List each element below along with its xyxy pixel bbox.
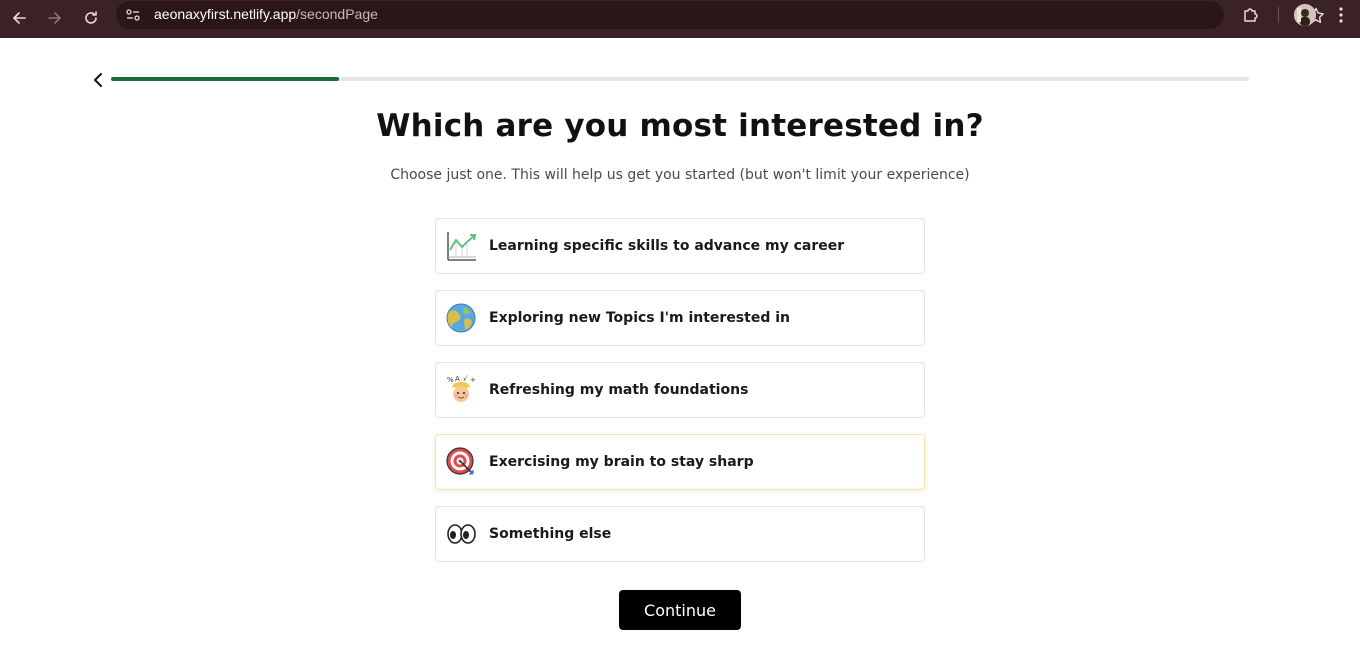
option-label: Exercising my brain to stay sharp — [489, 454, 754, 470]
option-math-foundations[interactable]: % A √ + Refreshing my math foundations — [435, 362, 925, 418]
progress-bar — [111, 77, 1249, 81]
svg-text:A: A — [455, 375, 460, 383]
browser-toolbar: aeonaxyfirst.netlify.app/secondPage — [0, 0, 1360, 38]
extensions-icon[interactable] — [1240, 4, 1262, 26]
globe-icon — [446, 303, 476, 333]
svg-text:%: % — [447, 376, 454, 384]
site-settings-icon[interactable] — [125, 7, 141, 23]
arrow-left-icon — [13, 12, 26, 24]
page-title: Which are you most interested in? — [376, 108, 984, 144]
option-label: Exploring new Topics I'm interested in — [489, 310, 790, 326]
math-head-icon: % A √ + — [447, 375, 476, 402]
url-host: aeonaxyfirst.netlify.app — [154, 6, 297, 22]
options-list: Learning specific skills to advance my c… — [435, 218, 925, 578]
arrow-right-icon — [48, 12, 61, 24]
option-label: Refreshing my math foundations — [489, 382, 749, 398]
kebab-menu-icon[interactable] — [1332, 4, 1350, 26]
back-nav-button[interactable] — [5, 4, 33, 32]
option-label: Learning specific skills to advance my c… — [489, 238, 845, 254]
eyes-icon — [447, 524, 476, 544]
profile-photo-icon — [1294, 4, 1316, 26]
reload-icon — [85, 11, 97, 24]
forward-nav-button[interactable] — [41, 4, 69, 32]
toolbar-separator — [1278, 7, 1279, 23]
chart-growth-icon — [447, 232, 477, 261]
option-brain-sharp[interactable]: Exercising my brain to stay sharp — [435, 434, 925, 490]
page-subtitle: Choose just one. This will help us get y… — [390, 167, 970, 183]
continue-button[interactable]: Continue — [619, 590, 741, 630]
option-something-else[interactable]: Something else — [435, 506, 925, 562]
svg-text:+: + — [470, 376, 476, 384]
address-bar[interactable]: aeonaxyfirst.netlify.app/secondPage — [116, 1, 1324, 29]
target-icon — [446, 447, 474, 475]
url-path: /secondPage — [296, 6, 378, 22]
option-career-skills[interactable]: Learning specific skills to advance my c… — [435, 218, 925, 274]
reload-button[interactable] — [77, 4, 105, 32]
progress-bar-fill — [111, 77, 339, 81]
option-explore-topics[interactable]: Exploring new Topics I'm interested in — [435, 290, 925, 346]
svg-text:√: √ — [463, 375, 468, 383]
option-label: Something else — [489, 526, 612, 542]
profile-avatar[interactable] — [1294, 4, 1316, 26]
back-chevron-icon[interactable] — [90, 71, 108, 89]
url-text[interactable]: aeonaxyfirst.netlify.app/secondPage — [154, 6, 378, 22]
